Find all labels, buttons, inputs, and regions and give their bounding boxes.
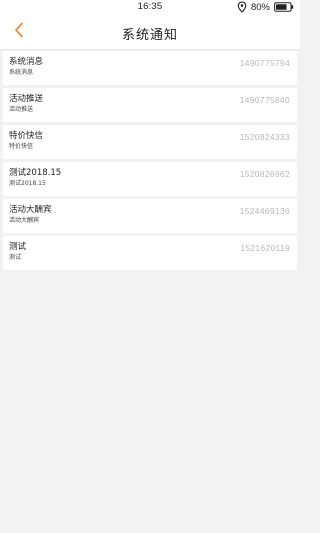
item-timestamp: 1520826962: [239, 169, 290, 179]
status-bar: 16:35 80%: [0, 0, 300, 14]
item-timestamp: 1490775794: [239, 58, 290, 68]
item-title: 特价快信: [9, 131, 44, 141]
item-subtitle: 特价快信: [9, 143, 34, 150]
item-subtitle: 测试: [9, 254, 22, 261]
item-subtitle: 活动推送: [9, 106, 34, 113]
item-title: 测试2018.15: [9, 168, 62, 178]
item-subtitle: 系统消息: [9, 69, 34, 76]
item-title: 活动推送: [9, 94, 44, 104]
location-icon: [237, 1, 247, 13]
status-indicators: 80%: [237, 1, 294, 13]
list-item[interactable]: 特价快信 特价快信 1520824333: [3, 125, 297, 159]
list-item[interactable]: 系统消息 系统消息 1490775794: [3, 51, 297, 85]
nav-bar: 系统通知: [0, 14, 300, 50]
list-item[interactable]: 测试2018.15 测试2018.15 1520826962: [3, 162, 297, 196]
item-timestamp: 1520824333: [239, 132, 290, 142]
battery-percent: 80%: [250, 1, 270, 13]
item-title: 系统消息: [9, 57, 44, 67]
item-title: 活动大酬宾: [9, 205, 52, 215]
notification-list: 系统消息 系统消息 1490775794 活动推送 活动推送 149077584…: [0, 51, 300, 273]
item-timestamp: 1524469136: [239, 206, 290, 216]
page-title: 系统通知: [121, 28, 178, 43]
battery-icon: [274, 2, 294, 12]
list-item[interactable]: 活动推送 活动推送 1490775840: [3, 88, 297, 122]
item-timestamp: 1521620119: [240, 243, 290, 253]
notifications-screen: 16:35 80% 系统通知 系统消息 系统消息 1490775794 活动推送…: [0, 0, 300, 533]
list-item[interactable]: 活动大酬宾 活动大酬宾 1524469136: [3, 199, 297, 233]
item-subtitle: 活动大酬宾: [9, 217, 40, 224]
item-subtitle: 测试2018.15: [9, 180, 46, 187]
list-item[interactable]: 测试 测试 1521620119: [3, 236, 297, 270]
item-timestamp: 1490775840: [239, 95, 290, 105]
item-title: 测试: [9, 242, 27, 252]
